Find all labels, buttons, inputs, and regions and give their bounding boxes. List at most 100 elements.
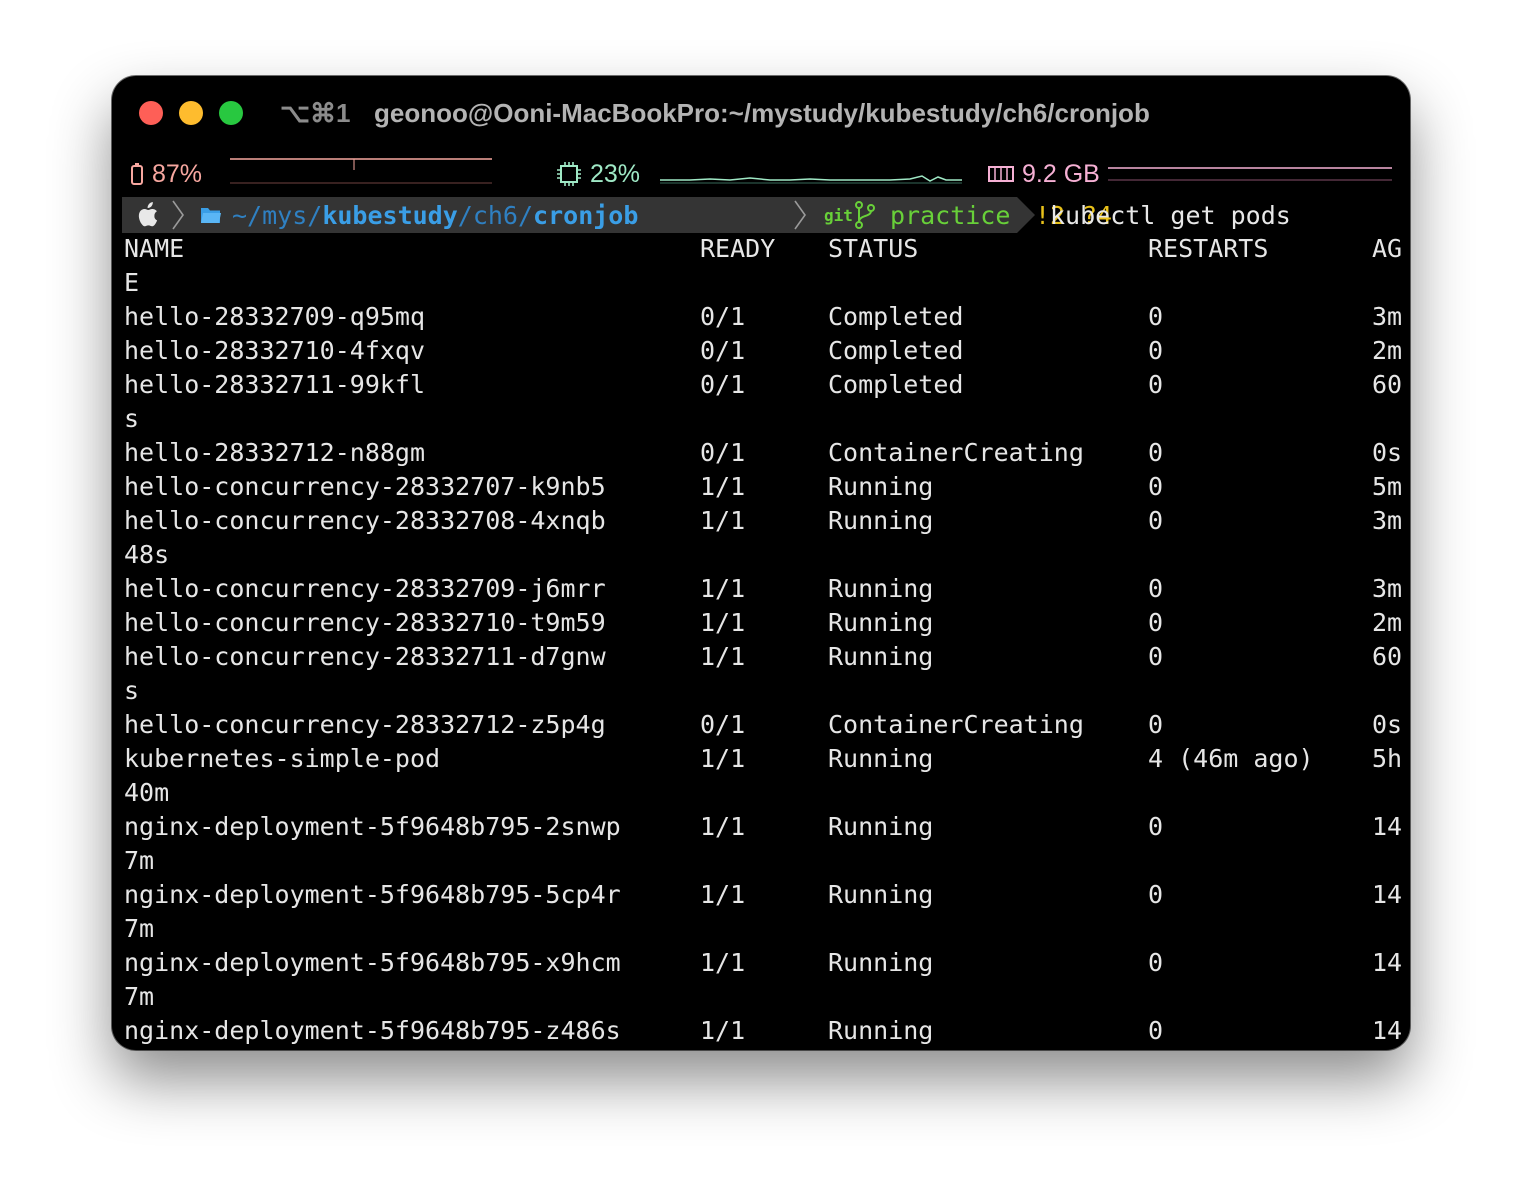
table-row: kubernetes-simple-pod 1/1 Running 4 (46m ag…	[122, 742, 1410, 776]
cell-restarts: 0	[1148, 370, 1164, 399]
cell-restarts: 0	[1148, 710, 1164, 739]
table-row: hello-concurrency-28332712-z5p4g 0/1 Conta…	[122, 708, 1410, 742]
cell-restarts: 0	[1148, 948, 1164, 977]
cell-ready: 0/1	[700, 336, 746, 365]
cell-restarts: 0	[1148, 608, 1164, 637]
cell-age: 14	[1372, 1016, 1403, 1045]
cell-ready: 1/1	[700, 812, 746, 841]
git-branch-name: practice	[890, 200, 1011, 230]
cell-status: Running	[828, 1016, 934, 1045]
cell-age: 5h	[1372, 744, 1403, 773]
cell-restarts: 0	[1148, 472, 1164, 501]
memory-usage: 9.2 GB	[1022, 159, 1100, 188]
cell-name: hello-concurrency-28332708-4xnqb	[124, 506, 606, 535]
cell-ready: 1/1	[700, 642, 746, 671]
close-button[interactable]	[139, 101, 163, 125]
command-output: NAME READY STATUS RESTARTS AG Ehello-28332709…	[122, 232, 1410, 1048]
cell-name: nginx-deployment-5f9648b795-2snwp	[124, 812, 621, 841]
path-segment-cronjob: cronjob	[533, 200, 639, 230]
terminal-window: ⌥⌘1 geonoo@Ooni-MacBookPro:~/mystudy/kub…	[112, 76, 1410, 1050]
zoom-button[interactable]	[219, 101, 243, 125]
table-row: hello-concurrency-28332709-j6mrr 1/1 Runni…	[122, 572, 1410, 606]
cell-status: ContainerCreating	[828, 438, 1084, 467]
minimize-button[interactable]	[179, 101, 203, 125]
apple-icon	[136, 197, 158, 233]
cell-restarts: 0	[1148, 438, 1164, 467]
cell-ready: 1/1	[700, 608, 746, 637]
cell-age: 60	[1372, 370, 1403, 399]
table-row: hello-28332712-n88gm 0/1 ContainerCreating…	[122, 436, 1410, 470]
cell-age: 3m	[1372, 574, 1403, 603]
wrapped-line: 40m	[122, 776, 1410, 810]
header-ready: READY	[700, 234, 776, 263]
wrapped-line: s	[122, 674, 1410, 708]
cell-restarts: 0	[1148, 336, 1164, 365]
cell-name: E	[124, 268, 140, 297]
wrapped-line: 48s	[122, 538, 1410, 572]
prompt-path: ~/mys/kubestudy/ch6/cronjob	[232, 197, 638, 233]
cell-name: hello-concurrency-28332710-t9m59	[124, 608, 606, 637]
cell-status: Running	[828, 506, 934, 535]
cell-restarts: 4 (46m ago)	[1148, 744, 1314, 773]
command-text[interactable]: kubectl get pods	[1050, 197, 1291, 233]
cell-ready: 0/1	[700, 438, 746, 467]
cell-ready: 1/1	[700, 506, 746, 535]
table-row: nginx-deployment-5f9648b795-x9hcm 1/1 Runn…	[122, 946, 1410, 980]
table-row: hello-concurrency-28332708-4xnqb 1/1 Runni…	[122, 504, 1410, 538]
cell-restarts: 0	[1148, 880, 1164, 909]
cell-name: nginx-deployment-5f9648b795-x9hcm	[124, 948, 621, 977]
prompt-end-arrow	[1017, 197, 1035, 233]
path-segment-kubestudy: kubestudy	[322, 200, 458, 230]
cell-name: hello-concurrency-28332707-k9nb5	[124, 472, 606, 501]
cell-age: 14	[1372, 948, 1403, 977]
path-segment-ch6: /ch6/	[457, 200, 534, 230]
shell-prompt: ~/mys/kubestudy/ch6/cronjob git practice…	[122, 197, 1402, 233]
cpu-percent: 23%	[590, 159, 641, 188]
cell-name: nginx-deployment-5f9648b795-5cp4r	[124, 880, 621, 909]
cell-name: s	[124, 676, 140, 705]
cell-name: kubernetes-simple-pod	[124, 744, 441, 773]
table-row: hello-28332709-q95mq 0/1 Completed 0 3m	[122, 300, 1410, 334]
header-name: NAME	[124, 234, 185, 263]
cell-status: Running	[828, 744, 934, 773]
cell-status: Running	[828, 948, 934, 977]
cell-ready: 1/1	[700, 948, 746, 977]
window-title: geonoo@Ooni-MacBookPro:~/mystudy/kubestu…	[374, 98, 1150, 128]
header-age: AG	[1372, 234, 1403, 263]
status-bar: 87% 23% 9.2 GB	[112, 156, 1410, 192]
cell-status: Running	[828, 472, 934, 501]
header-status: STATUS	[828, 234, 919, 263]
cell-age: 14	[1372, 880, 1403, 909]
table-header-row: NAME READY STATUS RESTARTS AG	[122, 232, 1410, 266]
cell-name: 7m	[124, 982, 155, 1011]
table-row: nginx-deployment-5f9648b795-2snwp 1/1 Runn…	[122, 810, 1410, 844]
cell-status: Running	[828, 880, 934, 909]
cpu-icon	[557, 162, 581, 186]
cell-status: Completed	[828, 370, 964, 399]
cell-age: 0s	[1372, 710, 1403, 739]
cell-name: hello-concurrency-28332711-d7gnw	[124, 642, 606, 671]
cell-age: 60	[1372, 642, 1403, 671]
cell-name: nginx-deployment-5f9648b795-z486s	[124, 1016, 621, 1045]
table-row: hello-28332710-4fxqv 0/1 Completed 0 2m	[122, 334, 1410, 368]
cell-age: 2m	[1372, 336, 1403, 365]
wrapped-line: 7m	[122, 980, 1410, 1014]
cell-status: Running	[828, 812, 934, 841]
cell-age: 14	[1372, 812, 1403, 841]
cpu-status: 23%	[556, 156, 640, 192]
cell-name: hello-28332711-99kfl	[124, 370, 426, 399]
cell-ready: 1/1	[700, 880, 746, 909]
cell-name: 7m	[124, 846, 155, 875]
cell-ready: 1/1	[700, 1016, 746, 1045]
cell-ready: 1/1	[700, 744, 746, 773]
cell-name: 40m	[124, 778, 170, 807]
cell-restarts: 0	[1148, 1016, 1164, 1045]
header-restarts: RESTARTS	[1148, 234, 1269, 263]
cell-restarts: 0	[1148, 642, 1164, 671]
git-icon: git	[824, 205, 853, 225]
path-prefix: ~/mys/	[232, 200, 323, 230]
cell-status: Running	[828, 574, 934, 603]
cell-status: Completed	[828, 302, 964, 331]
cell-ready: 0/1	[700, 302, 746, 331]
cell-name: hello-concurrency-28332709-j6mrr	[124, 574, 606, 603]
